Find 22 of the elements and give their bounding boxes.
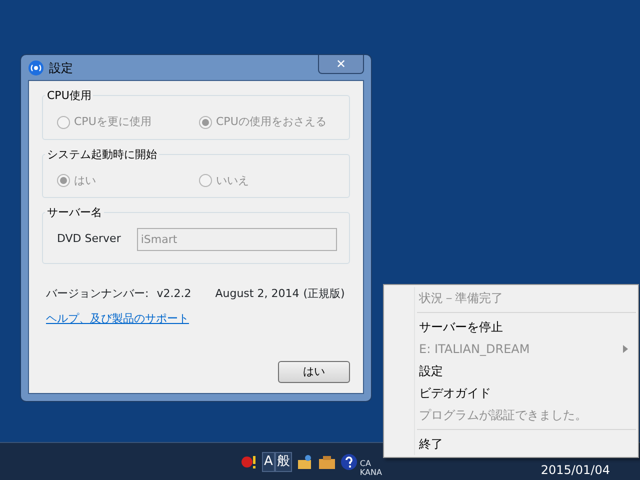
help-link[interactable]: ヘルプ、及び製品のサポート (42, 310, 189, 327)
version-label: バージョンナンバー: (46, 286, 149, 302)
release-date: August 2, 2014 (215, 286, 300, 302)
taskbar-date: 2015/01/04 (540, 462, 610, 478)
menu-item[interactable]: 設定 (415, 360, 636, 382)
menu-item[interactable]: ビデオガイド (415, 382, 636, 404)
field-label: DVD Server (57, 231, 121, 248)
window-title: 設定 (49, 60, 73, 76)
menu-item[interactable]: サーバーを停止 (415, 316, 636, 338)
ime-input-button[interactable]: 般 (274, 452, 292, 472)
group-title: システム起動時に開始 (45, 146, 159, 163)
broadcast-icon (28, 60, 44, 76)
edition-label: (正規版) (303, 286, 345, 302)
version-number: v2.2.2 (156, 286, 192, 302)
kana-label: KANA (360, 468, 382, 476)
menu-item[interactable]: 終了 (415, 433, 636, 455)
caps-label: CA (360, 458, 372, 468)
ime-mode-button[interactable]: A (262, 452, 275, 472)
help-icon[interactable] (340, 452, 358, 470)
ok-button[interactable]: はい (278, 361, 350, 383)
close-button[interactable]: ✕ (318, 55, 364, 74)
submenu-arrow-icon (623, 345, 628, 353)
